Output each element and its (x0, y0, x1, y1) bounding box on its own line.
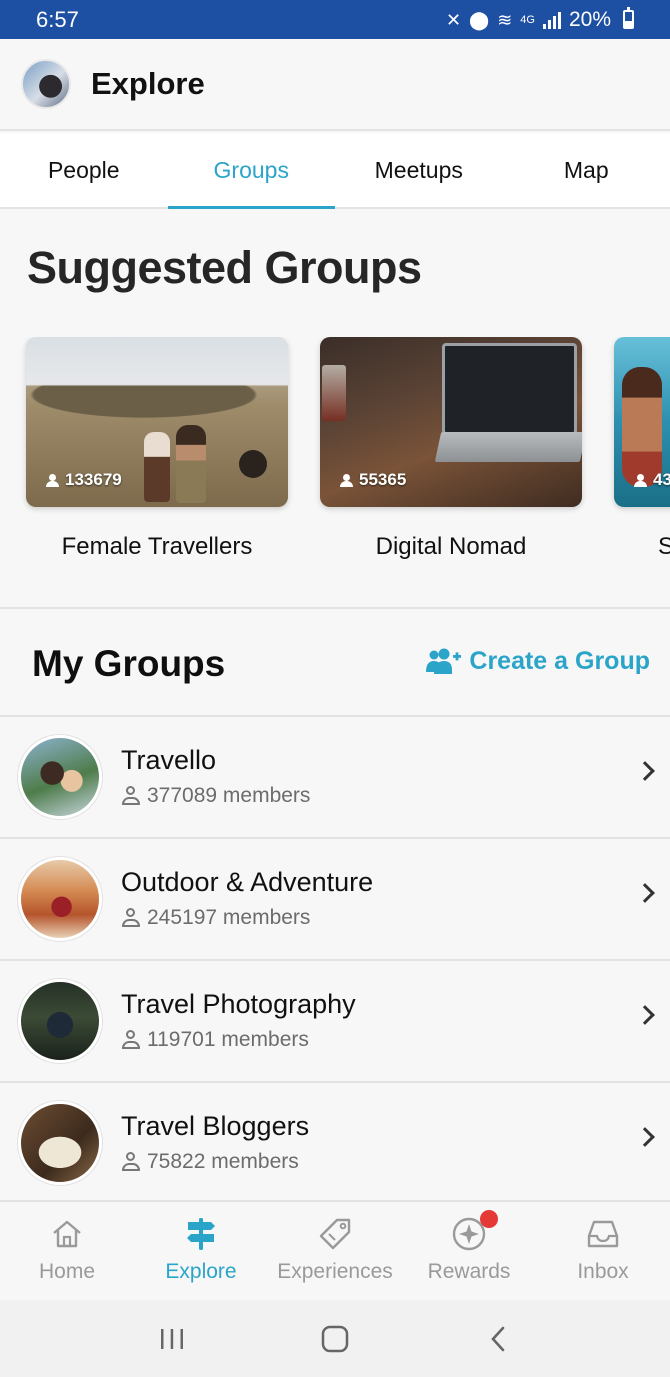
signal-icon (542, 11, 561, 29)
notification-badge (480, 1210, 498, 1228)
member-count: 43 (634, 470, 670, 490)
nav-label: Inbox (577, 1260, 629, 1283)
group-members: 119701 members (121, 1028, 309, 1052)
my-groups-list: Travello 377089 members Outdoor & Advent… (0, 717, 670, 1205)
nav-label: Home (38, 1260, 96, 1283)
nav-home[interactable]: Home (0, 1202, 134, 1300)
group-members: 75822 members (121, 1150, 299, 1174)
suggested-card-partial[interactable]: 43 S (614, 337, 670, 561)
back-button[interactable] (478, 1319, 518, 1359)
tag-icon (319, 1218, 351, 1250)
member-count: 133679 (46, 470, 122, 490)
person-outline-icon (121, 908, 141, 928)
suggested-card-digital-nomad[interactable]: 55365 Digital Nomad (320, 337, 582, 561)
card-name: Female Travellers (61, 533, 253, 560)
person-icon (340, 473, 353, 487)
person-outline-icon (121, 1152, 141, 1172)
explore-tabs: People Groups Meetups Map (0, 133, 670, 209)
group-name: Travel Photography (121, 989, 356, 1019)
battery-percent: 20% (568, 7, 611, 31)
nav-inbox[interactable]: Inbox (536, 1202, 670, 1300)
chevron-right-icon (635, 1127, 655, 1147)
nav-label: Experiences (277, 1260, 393, 1283)
group-members: 377089 members (121, 784, 310, 808)
my-groups-header: My Groups Create a Group (0, 607, 670, 717)
card-image: 43 (614, 337, 670, 507)
create-group-button[interactable]: Create a Group (425, 647, 650, 676)
group-avatar (18, 735, 102, 819)
tab-map[interactable]: Map (503, 133, 670, 207)
chevron-right-icon (635, 761, 655, 781)
battery-icon (623, 7, 634, 29)
home-button[interactable] (315, 1319, 355, 1359)
group-avatar (18, 857, 102, 941)
chevron-right-icon (635, 883, 655, 903)
status-time: 6:57 (36, 6, 79, 32)
location-icon: ⬤ (469, 9, 490, 30)
recent-apps-icon (160, 1328, 183, 1349)
person-outline-icon (121, 1030, 141, 1050)
nav-label: Rewards (427, 1260, 511, 1283)
suggested-card-female-travellers[interactable]: 133679 Female Travellers (26, 337, 288, 561)
list-item[interactable]: Outdoor & Adventure 245197 members (0, 839, 670, 961)
suggested-groups-title: Suggested Groups (27, 242, 422, 293)
create-group-label: Create a Group (469, 647, 650, 675)
app-header: Explore (0, 39, 670, 131)
group-members: 245197 members (121, 906, 310, 930)
card-image: 133679 (26, 337, 288, 507)
nav-label: Explore (165, 1260, 237, 1283)
group-name: Outdoor & Adventure (121, 867, 374, 897)
back-arrow-icon (491, 1326, 505, 1351)
wifi-icon: ≋ (497, 9, 513, 30)
nav-explore[interactable]: Explore (134, 1202, 268, 1300)
bottom-navigation: Home Explore Experiences Rewards Inbox (0, 1200, 670, 1300)
suggested-groups-carousel[interactable]: 133679 Female Travellers 55365 Digital N… (0, 337, 670, 577)
group-name: Travello (121, 745, 217, 775)
home-square-icon (321, 1325, 349, 1352)
group-avatar (18, 979, 102, 1063)
person-outline-icon (121, 786, 141, 806)
group-name: Travel Bloggers (121, 1111, 310, 1141)
signpost-icon (187, 1218, 215, 1250)
person-icon (46, 473, 59, 487)
status-icons: ✕ ⬤ ≋ 4G 20% (445, 7, 634, 32)
card-image: 55365 (320, 337, 582, 507)
my-groups-title: My Groups (32, 643, 226, 684)
profile-avatar[interactable] (21, 59, 71, 109)
list-item[interactable]: Travel Bloggers 75822 members (0, 1083, 670, 1205)
tab-groups[interactable]: Groups (167, 133, 336, 209)
group-avatar (18, 1101, 102, 1185)
card-name: S (658, 533, 670, 560)
recent-apps-button[interactable] (152, 1319, 192, 1359)
page-title: Explore (91, 66, 205, 101)
member-count: 55365 (340, 470, 406, 490)
chevron-right-icon (635, 1005, 655, 1025)
add-users-icon (426, 648, 462, 674)
home-icon (53, 1220, 81, 1248)
mute-icon: ✕ (445, 9, 462, 30)
nav-experiences[interactable]: Experiences (268, 1202, 402, 1300)
list-item[interactable]: Travel Photography 119701 members (0, 961, 670, 1083)
network-type: 4G (520, 13, 535, 26)
tab-people[interactable]: People (0, 133, 168, 207)
status-bar: 6:57 ✕ ⬤ ≋ 4G 20% (0, 0, 670, 39)
person-icon (634, 473, 647, 487)
nav-rewards[interactable]: Rewards (402, 1202, 536, 1300)
tab-meetups[interactable]: Meetups (335, 133, 503, 207)
list-item[interactable]: Travello 377089 members (0, 717, 670, 839)
system-navigation-bar (0, 1300, 670, 1377)
card-name: Digital Nomad (375, 533, 527, 560)
inbox-icon (587, 1220, 619, 1248)
